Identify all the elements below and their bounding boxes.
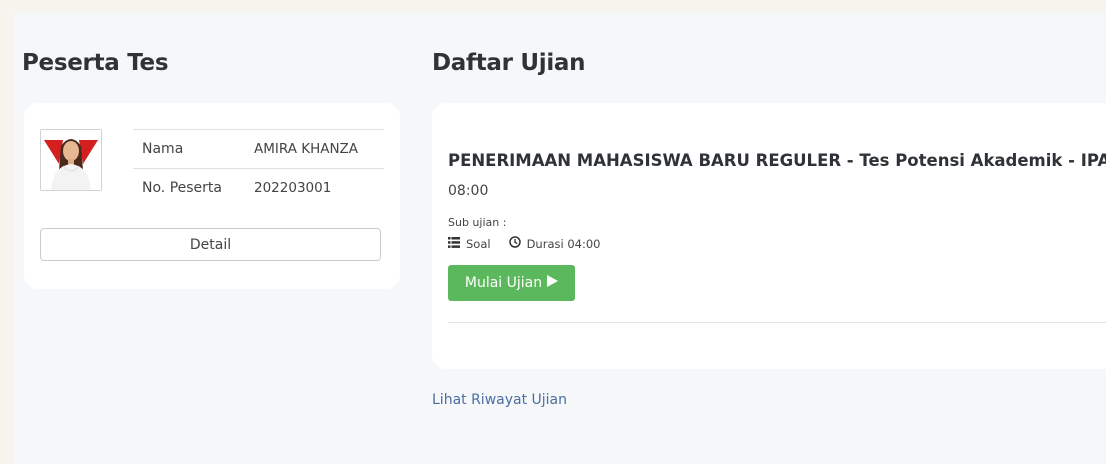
number-value: 202203001 bbox=[245, 168, 384, 207]
participant-avatar bbox=[40, 129, 102, 191]
name-label: Nama bbox=[133, 129, 245, 169]
participant-name-row: Nama AMIRA KHANZA bbox=[133, 129, 384, 169]
sub-exam-row: Soal Durasi 04:00 bbox=[448, 236, 600, 251]
exam-card: PENERIMAAN MAHASISWA BARU REGULER - Tes … bbox=[432, 103, 1106, 369]
card-divider bbox=[448, 322, 1106, 323]
sub-exam-label: Sub ujian : bbox=[448, 216, 507, 229]
exam-section-title: Daftar Ujian bbox=[432, 50, 586, 76]
page: Peserta Tes Nama AMIRA KHANZA No. Pesert… bbox=[14, 12, 1106, 464]
start-exam-label: Mulai Ujian bbox=[464, 275, 543, 291]
exam-time: 08:00 bbox=[448, 183, 489, 199]
detail-button[interactable]: Detail bbox=[40, 228, 381, 261]
soal-label: Soal bbox=[466, 236, 491, 251]
participant-section-title: Peserta Tes bbox=[22, 50, 169, 76]
participant-card: Nama AMIRA KHANZA No. Peserta 202203001 … bbox=[24, 103, 400, 289]
clock-icon bbox=[508, 236, 521, 251]
start-exam-button[interactable]: Mulai Ujian bbox=[448, 265, 575, 301]
participant-info-table: Nama AMIRA KHANZA No. Peserta 202203001 bbox=[133, 129, 384, 207]
number-label: No. Peserta bbox=[133, 168, 245, 207]
participant-number-row: No. Peserta 202203001 bbox=[133, 168, 384, 207]
participant-photo bbox=[41, 130, 101, 190]
exam-history-link[interactable]: Lihat Riwayat Ujian bbox=[432, 392, 567, 408]
exam-title: PENERIMAAN MAHASISWA BARU REGULER - Tes … bbox=[448, 151, 1106, 170]
name-value: AMIRA KHANZA bbox=[245, 129, 384, 169]
duration-label: Durasi 04:00 bbox=[526, 236, 601, 251]
play-icon bbox=[547, 275, 559, 291]
list-icon bbox=[448, 236, 460, 251]
